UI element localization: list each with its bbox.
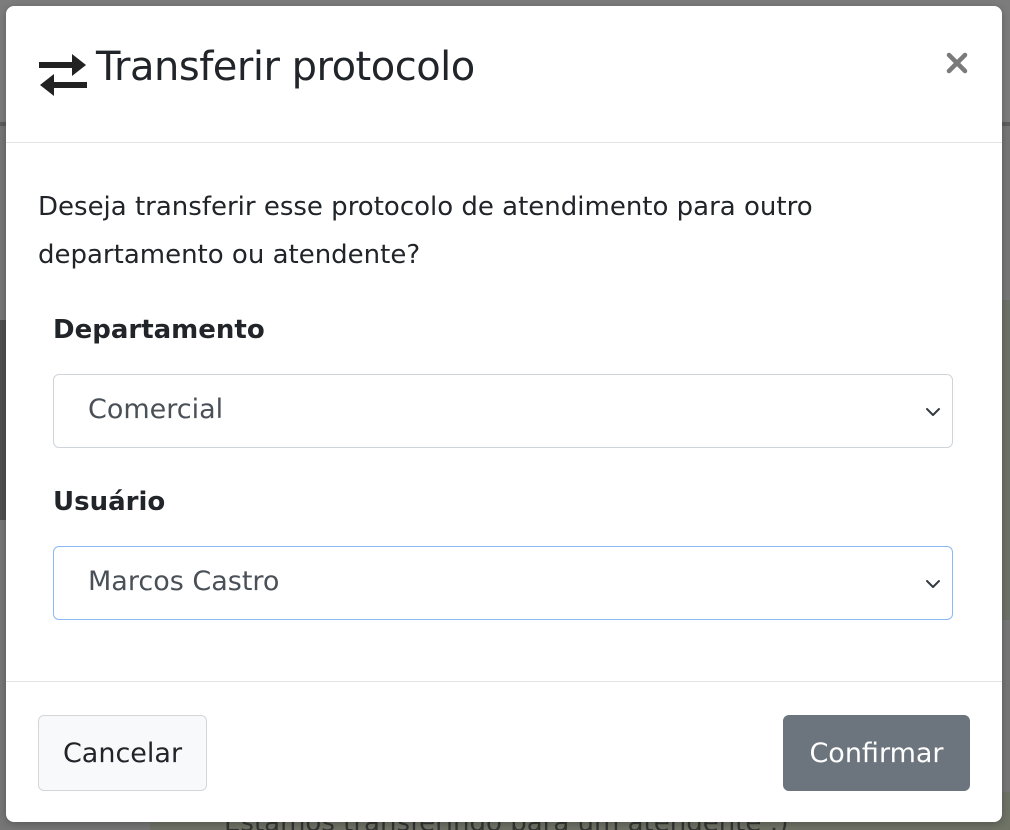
transfer-protocol-modal: Transferir protocolo Deseja transferir e… xyxy=(6,6,1002,822)
department-selected-value: Comercial xyxy=(88,394,224,425)
confirm-button[interactable]: Confirmar xyxy=(783,715,970,791)
modal-header: Transferir protocolo xyxy=(6,6,1002,143)
modal-body: Deseja transferir esse protocolo de aten… xyxy=(6,143,1002,681)
exchange-arrows-icon xyxy=(39,54,87,96)
chevron-down-icon xyxy=(926,580,940,588)
user-label: Usuário xyxy=(53,487,166,517)
modal-title: Transferir protocolo xyxy=(96,44,475,90)
user-selected-value: Marcos Castro xyxy=(88,566,280,597)
user-select[interactable]: Marcos Castro xyxy=(53,546,953,620)
department-label: Departamento xyxy=(53,315,265,345)
cancel-button[interactable]: Cancelar xyxy=(38,715,207,791)
chevron-down-icon xyxy=(926,408,940,416)
close-icon[interactable] xyxy=(940,46,974,80)
modal-footer: Cancelar Confirmar xyxy=(6,681,1002,822)
transfer-question: Deseja transferir esse protocolo de aten… xyxy=(38,192,813,270)
department-select[interactable]: Comercial xyxy=(53,374,953,448)
background-panel xyxy=(1002,300,1010,620)
